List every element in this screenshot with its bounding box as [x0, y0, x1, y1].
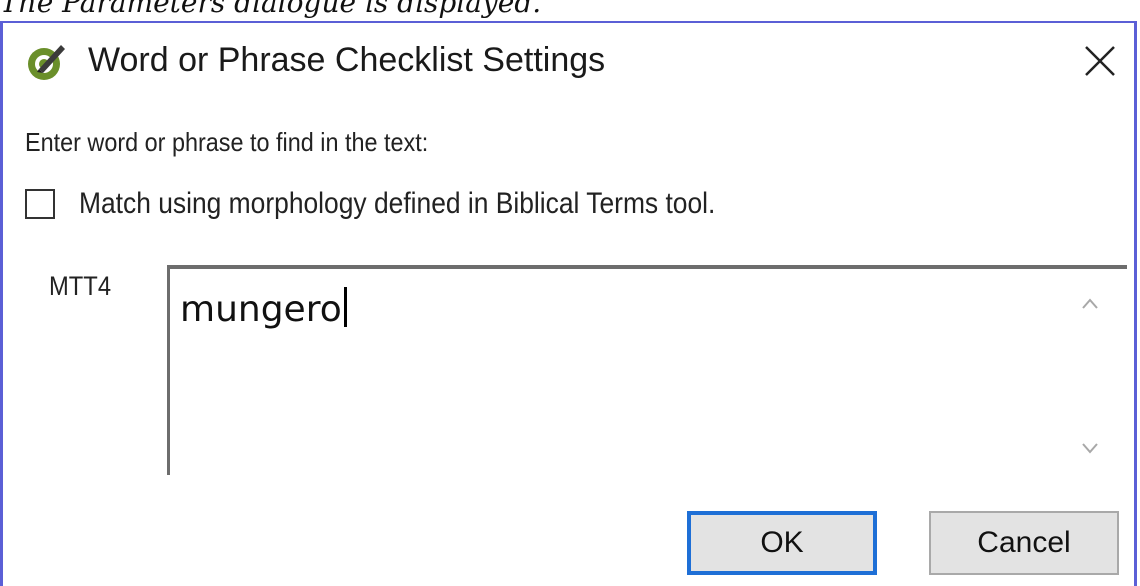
- cancel-button[interactable]: Cancel: [929, 511, 1119, 575]
- paratext-check-icon: [28, 45, 65, 80]
- instruction-label: Enter word or phrase to find in the text…: [25, 127, 429, 157]
- dialog-titlebar: Word or Phrase Checklist Settings: [3, 23, 1134, 99]
- project-label: MTT4: [49, 271, 112, 301]
- phrase-textarea[interactable]: mungero: [167, 265, 1127, 475]
- morphology-checkbox-label: Match using morphology defined in Biblic…: [79, 187, 716, 220]
- chevron-up-icon[interactable]: [1079, 293, 1101, 315]
- text-caret: [343, 287, 347, 327]
- close-icon[interactable]: [1078, 39, 1122, 83]
- settings-dialog: Word or Phrase Checklist Settings Enter …: [0, 21, 1137, 586]
- dialog-title: Word or Phrase Checklist Settings: [88, 41, 606, 79]
- chevron-down-icon[interactable]: [1079, 437, 1101, 459]
- phrase-textarea-value[interactable]: mungero: [180, 287, 347, 330]
- phrase-text: mungero: [180, 289, 342, 330]
- morphology-checkbox[interactable]: [25, 189, 55, 219]
- document-caption: The Parameters dialogue is displayed.: [0, 0, 542, 19]
- ok-button[interactable]: OK: [687, 511, 877, 575]
